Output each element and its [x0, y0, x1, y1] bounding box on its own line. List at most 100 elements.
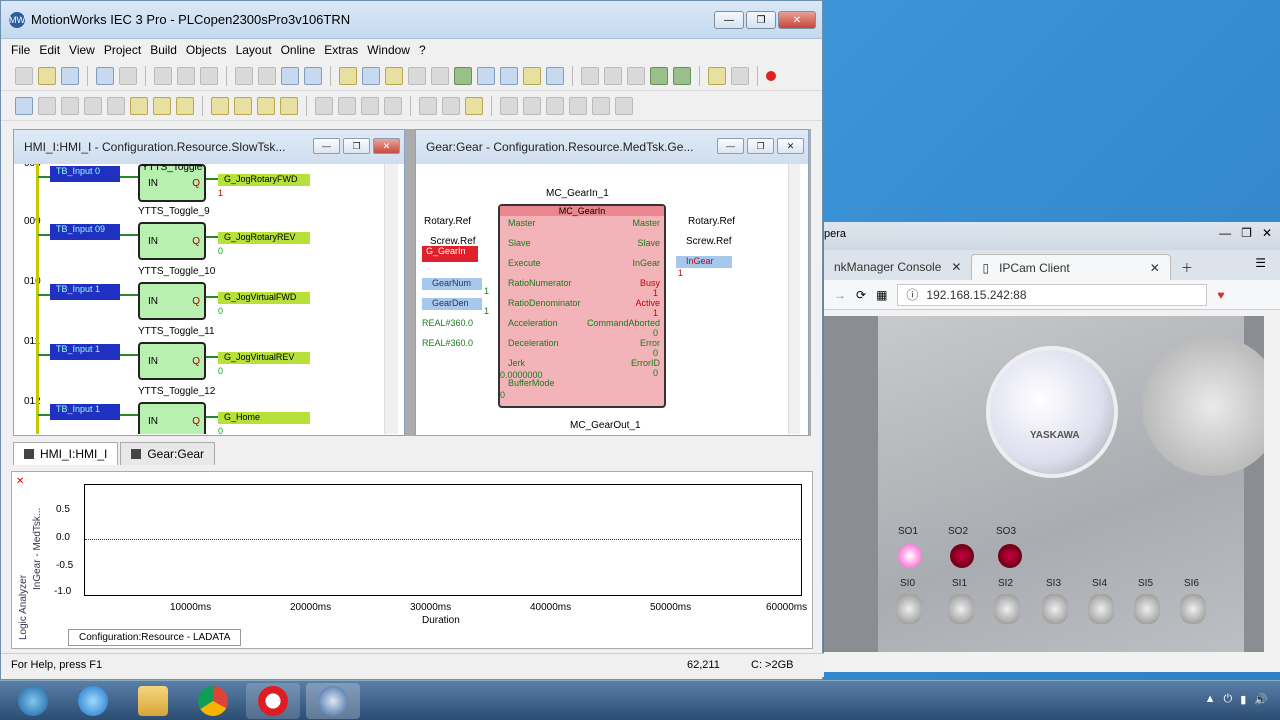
heart-icon[interactable]: ♥ [1217, 288, 1224, 302]
cross-ref-icon[interactable] [523, 66, 541, 85]
edit-wizard-icon[interactable] [408, 66, 426, 85]
rail5-icon[interactable] [592, 96, 610, 115]
analyzer-plot[interactable] [84, 484, 802, 596]
return-icon[interactable] [465, 96, 483, 115]
rail6-icon[interactable] [615, 96, 633, 115]
rail-icon[interactable] [500, 96, 518, 115]
rung-input[interactable]: TB_Input 1 [50, 344, 120, 360]
rail4-icon[interactable] [569, 96, 587, 115]
var-gearnum[interactable]: GearNum [422, 278, 482, 290]
ld-coil-icon[interactable] [257, 96, 275, 115]
close-icon[interactable]: ✕ [16, 476, 24, 487]
rung-input[interactable]: TB_Input 09 [50, 224, 120, 240]
menu-window[interactable]: Window [367, 43, 410, 57]
menu-help[interactable]: ? [419, 43, 426, 57]
sheet-tab[interactable]: Configuration:Resource - LADATA [68, 629, 242, 646]
menu-view[interactable]: View [69, 43, 95, 57]
menu-project[interactable]: Project [104, 43, 141, 57]
close-icon[interactable]: ✕ [1150, 261, 1160, 275]
save-icon[interactable] [61, 66, 79, 85]
debug-icon[interactable] [708, 66, 726, 85]
browser-maximize-button[interactable]: ❐ [1241, 226, 1252, 240]
maximize-button[interactable]: ❐ [746, 11, 776, 29]
menu-icon[interactable]: ☰ [1255, 256, 1266, 270]
fb-variable-icon[interactable] [153, 96, 171, 115]
hmi-maximize-button[interactable]: ❐ [343, 138, 370, 154]
screen-icon[interactable] [431, 66, 449, 85]
var-out-screw-ref[interactable]: Screw.Ref [686, 236, 732, 247]
nav-forward-icon[interactable] [604, 66, 622, 85]
var-gearden[interactable]: GearDen [422, 298, 482, 310]
taskbar-ie[interactable] [66, 683, 120, 719]
taskbar-chrome[interactable] [186, 683, 240, 719]
grid-icon[interactable] [361, 96, 379, 115]
toggle-fb[interactable]: IN Q [138, 402, 206, 434]
new-icon[interactable] [15, 66, 33, 85]
gear-scrollbar[interactable] [788, 164, 800, 434]
power-icon[interactable]: ⏻ [1224, 693, 1233, 706]
menu-extras[interactable]: Extras [324, 43, 358, 57]
variable-icon[interactable] [477, 66, 495, 85]
project-tree-icon[interactable] [339, 66, 357, 85]
toggle-fb[interactable]: IN Q [138, 222, 206, 260]
forward-icon[interactable]: → [834, 288, 846, 302]
close-icon[interactable]: ✕ [951, 260, 961, 274]
paste-icon[interactable] [200, 66, 218, 85]
browser-minimize-button[interactable]: — [1219, 226, 1231, 240]
menu-file[interactable]: File [11, 43, 30, 57]
tab-gear[interactable]: Gear:Gear [120, 442, 216, 465]
hmi-titlebar[interactable]: HMI_I:HMI_I - Configuration.Resource.Slo… [14, 130, 404, 164]
find-icon[interactable] [15, 96, 33, 115]
watch-icon[interactable] [500, 66, 518, 85]
volume-icon[interactable]: 🔊 [1254, 693, 1268, 706]
gear-titlebar[interactable]: Gear:Gear - Configuration.Resource.MedTs… [416, 130, 808, 164]
align-icon[interactable] [315, 96, 333, 115]
list-icon[interactable] [627, 66, 645, 85]
jump-icon[interactable] [442, 96, 460, 115]
cut-icon[interactable] [154, 66, 172, 85]
zoom-in-icon[interactable] [281, 66, 299, 85]
taskbar-explorer[interactable] [126, 683, 180, 719]
contact-icon[interactable] [61, 96, 79, 115]
online-icon[interactable] [454, 66, 472, 85]
rung-input[interactable]: TB_Input 1 [50, 284, 120, 300]
gear-close-button[interactable]: ✕ [777, 138, 804, 154]
nav-back-icon[interactable] [581, 66, 599, 85]
reload-icon[interactable]: ⟳ [856, 288, 866, 302]
rung-input[interactable]: TB_Input 1 [50, 404, 120, 420]
undo-icon[interactable] [235, 66, 253, 85]
ld-contact-icon[interactable] [234, 96, 252, 115]
zoom-out-icon[interactable] [304, 66, 322, 85]
rung-output[interactable]: G_Home [218, 412, 310, 424]
arrange-icon[interactable] [384, 96, 402, 115]
browser-close-button[interactable]: ✕ [1262, 226, 1272, 240]
rung-output[interactable]: G_JogVirtualFWD [218, 292, 310, 304]
pointer-icon[interactable] [38, 96, 56, 115]
var-out-rotary-ref[interactable]: Rotary.Ref [688, 216, 735, 227]
rung-output[interactable]: G_JogRotaryREV [218, 232, 310, 244]
browser-titlebar[interactable]: pera — ❐ ✕ [824, 222, 1280, 250]
mc-gearin-block[interactable]: MC_GearIn Master Slave Execute RatioNume… [498, 204, 666, 408]
new-tab-button[interactable]: ＋ [1171, 254, 1203, 280]
logic-analyzer-icon[interactable] [546, 66, 564, 85]
fb-insert-icon[interactable] [130, 96, 148, 115]
branch-icon[interactable] [107, 96, 125, 115]
gear-maximize-button[interactable]: ❐ [747, 138, 774, 154]
ld-icon[interactable] [211, 96, 229, 115]
taskbar-opera[interactable] [246, 682, 300, 719]
print-preview-icon[interactable] [96, 66, 114, 85]
library-icon[interactable] [385, 66, 403, 85]
var-decel-const[interactable]: REAL#360.0 [422, 338, 473, 348]
ld-fb-icon[interactable] [280, 96, 298, 115]
window-icon[interactable] [731, 66, 749, 85]
rail3-icon[interactable] [546, 96, 564, 115]
menu-build[interactable]: Build [150, 43, 177, 57]
layout-icon[interactable] [338, 96, 356, 115]
rung-output[interactable]: G_JogRotaryFWD [218, 174, 310, 186]
coil-icon[interactable] [84, 96, 102, 115]
menu-objects[interactable]: Objects [186, 43, 227, 57]
open-icon[interactable] [38, 66, 56, 85]
fb-connect-icon[interactable] [176, 96, 194, 115]
menu-layout[interactable]: Layout [236, 43, 272, 57]
tab-nkmanager[interactable]: nkManager Console ✕ [824, 254, 971, 280]
